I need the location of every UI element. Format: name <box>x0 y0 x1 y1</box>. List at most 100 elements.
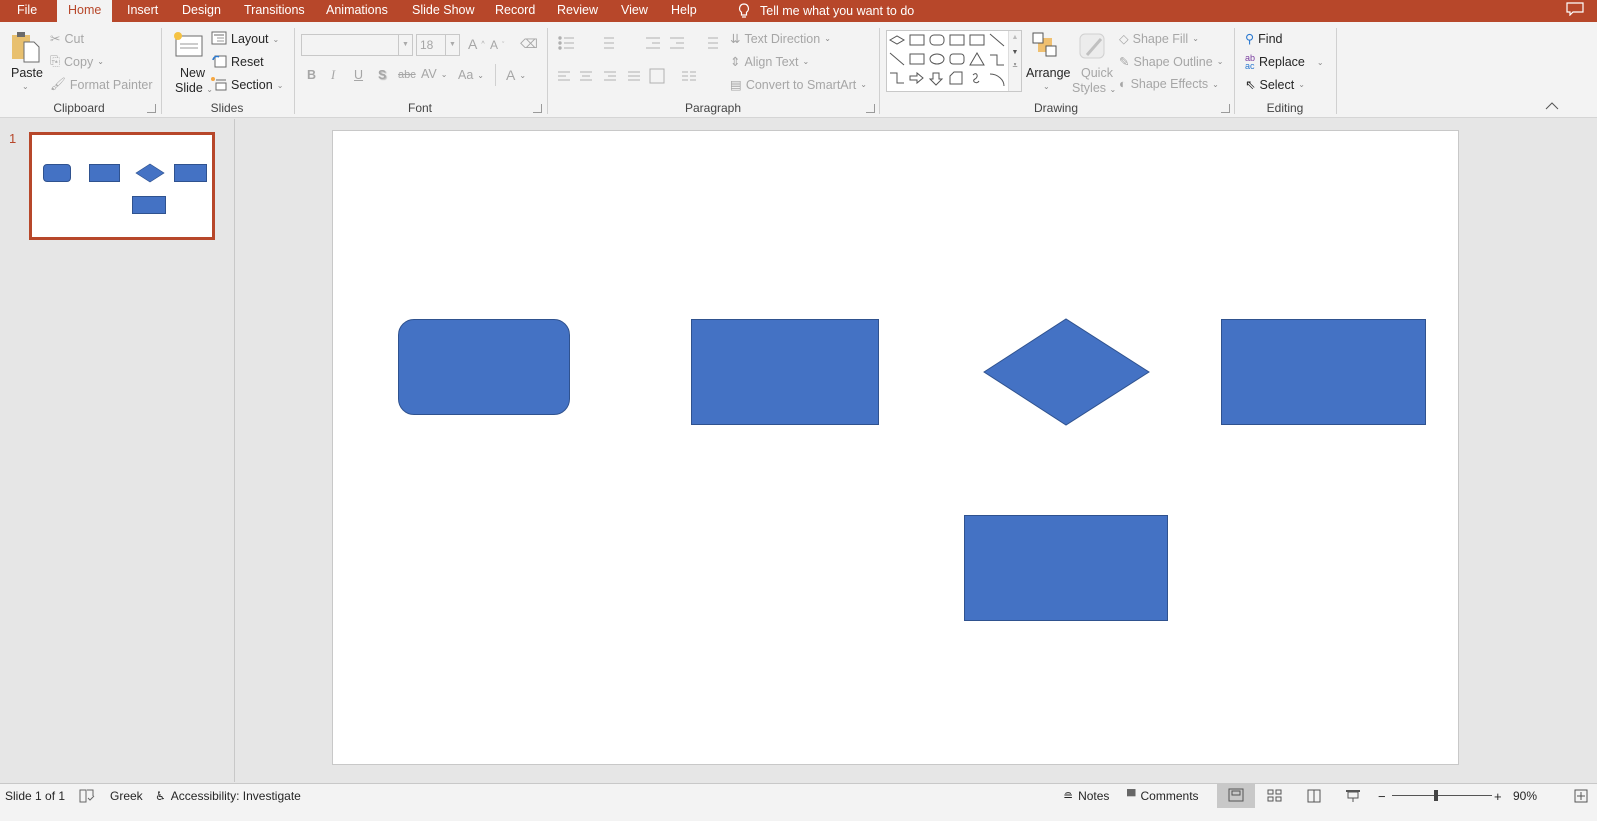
select-button[interactable]: ⇖ Select ⌄ <box>1245 77 1305 93</box>
comments-icon[interactable] <box>1566 2 1584 16</box>
reset-button[interactable]: Reset <box>211 54 264 70</box>
strikethrough-button[interactable]: abc <box>398 69 416 81</box>
tab-animations[interactable]: Animations <box>315 0 399 22</box>
editing-group-label: Editing <box>1266 101 1304 115</box>
cut-button[interactable]: ✂ Cut <box>50 31 84 47</box>
new-slide-button[interactable]: New Slide ⌄ <box>168 28 213 98</box>
tell-me-search[interactable]: Tell me what you want to do <box>738 0 914 22</box>
drawing-launcher-icon[interactable] <box>1221 104 1230 113</box>
spacing-dropdown-icon: ⌄ <box>440 69 448 79</box>
gallery-down-icon[interactable]: ▼ <box>1009 49 1021 56</box>
layout-button[interactable]: Layout ⌄ <box>211 31 279 47</box>
slide-show-icon[interactable] <box>1345 789 1361 803</box>
convert-smartart-button[interactable]: ▤ Convert to SmartArt ⌄ <box>730 77 867 93</box>
shape-effects-label: Shape Effects <box>1130 77 1209 91</box>
font-color-button[interactable]: A ⌄ <box>506 67 526 83</box>
diamond-shape[interactable] <box>983 318 1151 426</box>
gallery-more-icon[interactable]: ⩡ <box>1009 60 1021 71</box>
rectangle-shape[interactable] <box>691 319 879 425</box>
font-name-dropdown-icon[interactable]: ▼ <box>398 35 412 55</box>
text-direction-label: Text Direction <box>744 31 821 46</box>
rectangle-shape[interactable] <box>964 515 1168 621</box>
zoom-slider-thumb[interactable] <box>1434 790 1438 801</box>
normal-view-button[interactable] <box>1217 784 1255 808</box>
font-name-combobox[interactable]: ▼ <box>301 34 413 56</box>
underline-button[interactable]: U <box>354 68 363 82</box>
clear-formatting-button[interactable]: ⌫ <box>520 36 538 51</box>
copy-button[interactable]: ⎘ Copy ⌄ <box>50 54 104 69</box>
gallery-up-icon[interactable]: ▲ <box>1009 34 1021 41</box>
tab-home[interactable]: Home <box>57 0 113 22</box>
accessibility-checker[interactable]: ♿ Accessibility: Investigate <box>155 789 301 803</box>
lightbulb-icon <box>738 3 750 18</box>
bold-button[interactable]: B <box>307 68 316 82</box>
change-case-button[interactable]: Aa ⌄ <box>458 68 484 82</box>
notes-button[interactable]: ≘ Notes <box>1063 789 1109 803</box>
eraser-icon: ⌫ <box>520 37 538 51</box>
gallery-scrollbar[interactable]: ▲ ▼ ⩡ <box>1008 31 1021 91</box>
magnifier-icon: ⚲ <box>1245 32 1255 46</box>
language-indicator[interactable]: Greek <box>110 789 143 803</box>
new-slide-icon <box>174 32 203 57</box>
font-launcher-icon[interactable] <box>533 104 542 113</box>
shape-fill-button[interactable]: ◇ Shape Fill ⌄ <box>1119 31 1199 47</box>
arrange-button[interactable]: Arrange ⌄ <box>1026 30 1070 102</box>
tab-insert[interactable]: Insert <box>116 0 169 22</box>
tab-design[interactable]: Design <box>171 0 232 22</box>
replace-dropdown-icon: ⌄ <box>1316 57 1324 67</box>
separator <box>495 64 496 86</box>
quick-styles-label-line1: Quick <box>1081 66 1113 80</box>
paste-button[interactable]: Paste ⌄ <box>8 28 44 94</box>
quick-styles-label-line2: Styles <box>1072 81 1107 95</box>
tab-view[interactable]: View <box>610 0 659 22</box>
zoom-out-button[interactable]: − <box>1378 789 1386 804</box>
comments-button[interactable]: ▀ Comments <box>1127 789 1199 803</box>
tab-slide-show[interactable]: Slide Show <box>401 0 486 22</box>
format-painter-button[interactable]: 🖌 Format Painter <box>50 77 153 92</box>
slide-sorter-icon[interactable] <box>1267 789 1283 803</box>
spelling-check-icon[interactable] <box>79 789 95 803</box>
distributed-icon <box>649 68 665 84</box>
rectangle-shape[interactable] <box>1221 319 1426 425</box>
slide-thumbnail-pane: 1 <box>0 119 235 782</box>
shape-outline-dropdown-icon: ⌄ <box>1216 57 1224 66</box>
font-size-dropdown-icon[interactable]: ▼ <box>445 35 459 55</box>
find-button[interactable]: ⚲ Find <box>1245 31 1283 47</box>
rounded-rectangle-shape[interactable] <box>398 319 570 415</box>
zoom-slider[interactable] <box>1392 795 1492 796</box>
reading-view-icon[interactable] <box>1306 789 1322 803</box>
zoom-in-button[interactable]: + <box>1494 789 1502 804</box>
ribbon-tab-bar: File Home Insert Design Transitions Anim… <box>0 0 1597 22</box>
find-label: Find <box>1258 31 1283 46</box>
section-button[interactable]: Section ⌄ <box>211 77 283 93</box>
increase-font-size-button[interactable]: A ^ <box>468 36 485 52</box>
tab-review[interactable]: Review <box>546 0 609 22</box>
paragraph-launcher-icon[interactable] <box>866 104 875 113</box>
accessibility-label: Accessibility: Investigate <box>170 789 301 803</box>
replace-button[interactable]: ab ac Replace ⌄ <box>1245 54 1324 71</box>
shapes-gallery[interactable]: ▲ ▼ ⩡ <box>886 30 1022 92</box>
tab-record[interactable]: Record <box>484 0 546 22</box>
case-dropdown-icon: ⌄ <box>477 70 484 80</box>
tab-transitions[interactable]: Transitions <box>233 0 316 22</box>
align-text-button[interactable]: ⇕ Align Text ⌄ <box>730 54 809 70</box>
quick-styles-button[interactable]: Quick Styles ⌄ <box>1070 30 1116 102</box>
zoom-level[interactable]: 90% <box>1513 789 1537 803</box>
character-spacing-button[interactable]: AV ⌄ <box>421 67 447 81</box>
tab-help[interactable]: Help <box>660 0 708 22</box>
text-direction-button[interactable]: ⇊ Text Direction ⌄ <box>730 31 831 47</box>
format-painter-label: Format Painter <box>69 77 153 92</box>
fit-to-window-icon[interactable] <box>1574 789 1588 803</box>
slide-thumbnail[interactable] <box>29 132 215 240</box>
separator <box>1336 28 1337 114</box>
tab-file[interactable]: File <box>6 0 48 22</box>
font-size-combobox[interactable]: 18 ▼ <box>416 34 460 56</box>
slide-canvas[interactable] <box>332 130 1459 765</box>
shape-outline-button[interactable]: ✎ Shape Outline ⌄ <box>1119 54 1224 70</box>
shape-effects-button[interactable]: ◐ Shape Effects ⌄ <box>1119 77 1219 91</box>
collapse-ribbon-icon[interactable] <box>1545 102 1559 110</box>
clipboard-launcher-icon[interactable] <box>147 104 156 113</box>
italic-button[interactable]: I <box>331 68 335 83</box>
text-shadow-button[interactable]: S <box>378 68 386 82</box>
decrease-font-size-button[interactable]: Aˇ <box>490 38 504 52</box>
